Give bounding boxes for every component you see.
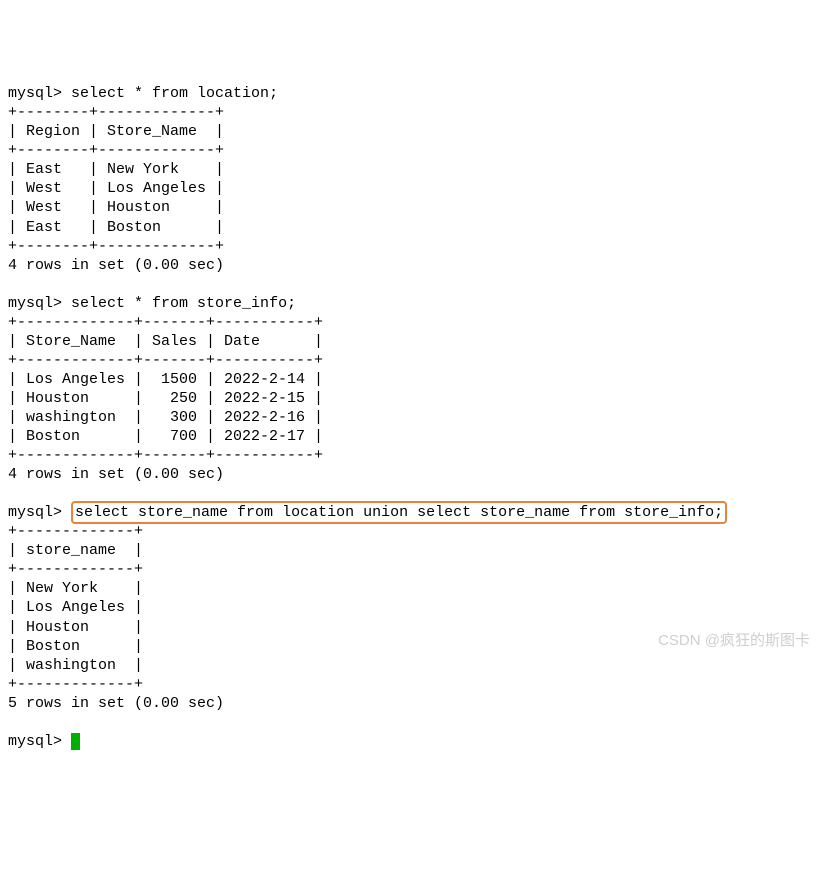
watermark-text: CSDN @疯狂的斯图卡 xyxy=(658,631,810,650)
table-separator: +-------------+-------+-----------+ xyxy=(8,447,323,464)
highlighted-query: select store_name from location union se… xyxy=(71,501,727,524)
table-header: | Region | Store_Name | xyxy=(8,123,224,140)
query-1: select * from location; xyxy=(71,85,278,102)
table-row: | West | Houston | xyxy=(8,199,224,216)
table-row: | Houston | xyxy=(8,619,143,636)
table-header: | store_name | xyxy=(8,542,143,559)
table-row: | Los Angeles | 1500 | 2022-2-14 | xyxy=(8,371,323,388)
result-footer: 5 rows in set (0.00 sec) xyxy=(8,695,224,712)
table-separator: +-------------+-------+-----------+ xyxy=(8,352,323,369)
table-separator: +-------------+ xyxy=(8,523,143,540)
table-row: | Boston | 700 | 2022-2-17 | xyxy=(8,428,323,445)
table-separator: +--------+-------------+ xyxy=(8,142,224,159)
prompt: mysql> xyxy=(8,504,62,521)
prompt: mysql> xyxy=(8,295,62,312)
query-3: select store_name from location union se… xyxy=(75,504,723,521)
table-header: | Store_Name | Sales | Date | xyxy=(8,333,323,350)
prompt: mysql> xyxy=(8,733,62,750)
table-separator: +-------------+ xyxy=(8,676,143,693)
table-separator: +--------+-------------+ xyxy=(8,104,224,121)
cursor-icon[interactable] xyxy=(71,733,80,750)
prompt: mysql> xyxy=(8,85,62,102)
table-row: | washington | 300 | 2022-2-16 | xyxy=(8,409,323,426)
table-row: | East | New York | xyxy=(8,161,224,178)
table-row: | New York | xyxy=(8,580,143,597)
table-separator: +--------+-------------+ xyxy=(8,238,224,255)
table-row: | Los Angeles | xyxy=(8,599,143,616)
table-separator: +-------------+-------+-----------+ xyxy=(8,314,323,331)
result-footer: 4 rows in set (0.00 sec) xyxy=(8,257,224,274)
table-row: | East | Boston | xyxy=(8,219,224,236)
terminal-output: mysql> select * from location; +--------… xyxy=(8,84,822,751)
result-footer: 4 rows in set (0.00 sec) xyxy=(8,466,224,483)
table-separator: +-------------+ xyxy=(8,561,143,578)
table-row: | Houston | 250 | 2022-2-15 | xyxy=(8,390,323,407)
query-2: select * from store_info; xyxy=(71,295,296,312)
table-row: | West | Los Angeles | xyxy=(8,180,224,197)
table-row: | washington | xyxy=(8,657,143,674)
table-row: | Boston | xyxy=(8,638,143,655)
